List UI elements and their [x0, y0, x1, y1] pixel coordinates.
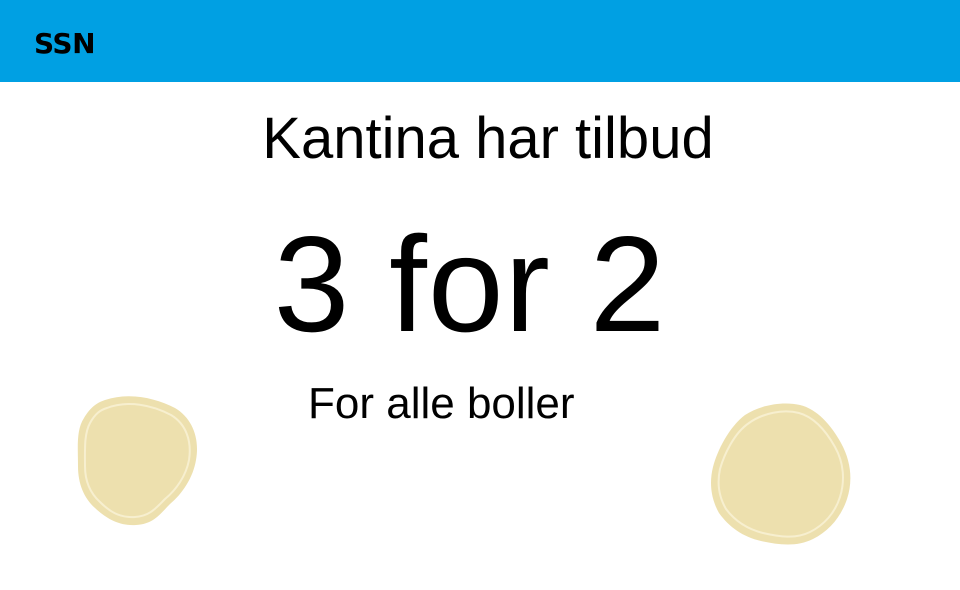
slide-page: SSN Kantina har tilbud 3 for 2 For alle … — [0, 0, 960, 590]
logo-text: SSN — [34, 27, 96, 60]
headline: Kantina har tilbud — [262, 106, 714, 171]
header-bar: SSN — [0, 0, 960, 82]
bun-right-icon — [711, 403, 851, 545]
offer-text: 3 for 2 — [273, 208, 667, 360]
bun-left-icon — [77, 396, 198, 526]
bun-right-body — [711, 403, 851, 545]
offer-subline: For alle boller — [308, 379, 575, 428]
